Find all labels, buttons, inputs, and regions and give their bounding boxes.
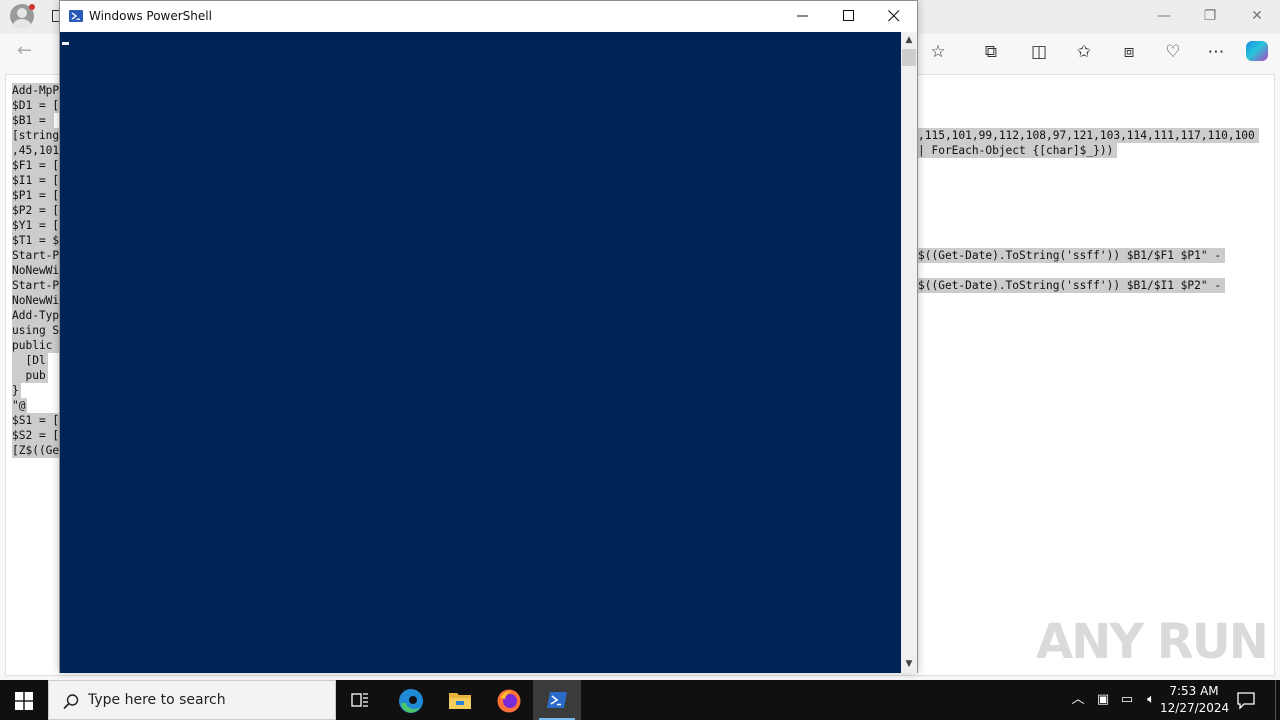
taskbar-edge[interactable] bbox=[386, 680, 434, 720]
more-menu-icon[interactable]: ⋯ bbox=[1203, 40, 1229, 64]
script-line: $T1 = $ bbox=[12, 233, 62, 248]
script-line: Start-P bbox=[12, 248, 62, 263]
scrollbar-thumb[interactable] bbox=[902, 49, 916, 66]
script-line: ,45,101 bbox=[12, 143, 62, 158]
scroll-up-arrow-icon[interactable]: ▲ bbox=[901, 32, 917, 49]
script-line: $S2 = [ bbox=[12, 428, 62, 443]
script-line: $S1 = [ bbox=[12, 413, 62, 428]
script-line: $P1 = [ bbox=[12, 188, 62, 203]
network-icon[interactable]: ▭ bbox=[1117, 690, 1137, 710]
powershell-window[interactable]: Windows PowerShell ▲ ▼ bbox=[59, 0, 918, 673]
script-line: pub bbox=[12, 368, 48, 383]
notification-dot-icon bbox=[29, 4, 35, 10]
script-text-fragment: ,115,101,99,112,108,97,121,103,114,111,1… bbox=[914, 128, 1259, 143]
console-area[interactable] bbox=[60, 32, 901, 673]
start-button[interactable] bbox=[0, 680, 48, 720]
script-line: using S bbox=[12, 323, 62, 338]
script-text-fragment: $((Get-Date).ToString('ssff')) $B1/$I1 $… bbox=[914, 278, 1226, 293]
close-button[interactable] bbox=[871, 1, 917, 31]
anyrun-watermark: ANY RUN bbox=[1036, 614, 1269, 670]
split-screen-icon[interactable]: ◫ bbox=[1026, 40, 1052, 64]
notification-icon bbox=[1237, 692, 1255, 710]
browser-minimize-button[interactable]: — bbox=[1144, 4, 1184, 28]
script-text-fragment: | ForEach-Object {[char]$_})) bbox=[914, 143, 1118, 158]
tray-device-icon[interactable]: ▣ bbox=[1093, 690, 1113, 710]
favorite-star-icon[interactable]: ☆ bbox=[925, 40, 951, 64]
taskbar-firefox[interactable] bbox=[484, 680, 532, 720]
script-line: NoNewWi bbox=[12, 293, 62, 308]
tray-overflow-chevron-icon[interactable]: ︿ bbox=[1068, 690, 1088, 710]
taskbar-search-box[interactable]: Type here to search bbox=[48, 680, 336, 720]
clock[interactable]: 7:53 AM 12/27/2024 bbox=[1160, 683, 1230, 717]
browser-restore-button[interactable]: ❐ bbox=[1190, 4, 1230, 28]
search-placeholder: Type here to search bbox=[88, 692, 226, 708]
extensions-icon[interactable]: ⧉ bbox=[978, 40, 1004, 64]
show-desktop-button[interactable] bbox=[1275, 680, 1280, 720]
vertical-scrollbar[interactable]: ▲ ▼ bbox=[901, 32, 917, 673]
script-line: Add-Typ bbox=[12, 308, 62, 323]
script-line: NoNewWi bbox=[12, 263, 62, 278]
volume-icon[interactable]: 🔈︎ bbox=[1141, 690, 1161, 710]
scroll-down-arrow-icon[interactable]: ▼ bbox=[901, 656, 917, 673]
script-line: Add-MpP bbox=[12, 83, 62, 98]
script-line: [string bbox=[12, 128, 62, 143]
task-view-icon bbox=[351, 693, 368, 707]
task-view-button[interactable] bbox=[336, 680, 384, 720]
script-line: } bbox=[12, 383, 21, 398]
window-title: Windows PowerShell bbox=[89, 9, 212, 23]
clock-time: 7:53 AM bbox=[1169, 684, 1219, 698]
script-line: $D1 = [ bbox=[12, 98, 62, 113]
edge-icon bbox=[399, 689, 423, 713]
maximize-button[interactable] bbox=[826, 1, 872, 31]
browser-essentials-icon[interactable]: ♡ bbox=[1160, 40, 1186, 64]
minimize-icon bbox=[797, 15, 808, 17]
powershell-icon bbox=[69, 10, 83, 22]
script-line: [Z$((Ge bbox=[12, 443, 62, 458]
script-line: $I1 = [ bbox=[12, 173, 62, 188]
minimize-button[interactable] bbox=[780, 1, 826, 31]
clock-date: 12/27/2024 bbox=[1160, 701, 1230, 715]
taskbar-powershell[interactable] bbox=[533, 680, 581, 720]
script-line: $B1 = bbox=[12, 113, 55, 128]
script-line: Start-P bbox=[12, 278, 62, 293]
script-line: $F1 = [ bbox=[12, 158, 62, 173]
search-icon bbox=[63, 694, 79, 710]
folder-icon bbox=[449, 693, 471, 709]
script-line: $Y1 = [ bbox=[12, 218, 62, 233]
powershell-taskbar-icon bbox=[547, 692, 567, 708]
taskbar-file-explorer[interactable] bbox=[435, 680, 483, 720]
taskbar: Type here to search ︿ ▣ ▭ 🔈︎ 7:53 AM 12/… bbox=[0, 680, 1280, 720]
windows-logo-icon bbox=[15, 692, 33, 710]
back-arrow-icon[interactable]: ← bbox=[17, 40, 32, 61]
browser-close-button[interactable]: ✕ bbox=[1237, 4, 1277, 28]
script-line: public bbox=[12, 338, 62, 353]
maximize-icon bbox=[843, 10, 854, 21]
collections-icon[interactable]: ⧈ bbox=[1116, 40, 1142, 64]
close-icon bbox=[888, 10, 900, 22]
notification-center-button[interactable] bbox=[1236, 690, 1258, 710]
script-line: $P2 = [ bbox=[12, 203, 62, 218]
favorites-icon[interactable]: ✩ bbox=[1071, 40, 1097, 64]
text-cursor bbox=[62, 42, 69, 45]
copilot-icon[interactable] bbox=[1246, 41, 1268, 61]
firefox-icon bbox=[497, 689, 521, 713]
powershell-titlebar[interactable]: Windows PowerShell bbox=[60, 1, 917, 32]
script-line: [Dl bbox=[12, 353, 48, 368]
script-line: "@ bbox=[12, 398, 28, 413]
script-text-fragment: $((Get-Date).ToString('ssff')) $B1/$F1 $… bbox=[914, 248, 1226, 263]
